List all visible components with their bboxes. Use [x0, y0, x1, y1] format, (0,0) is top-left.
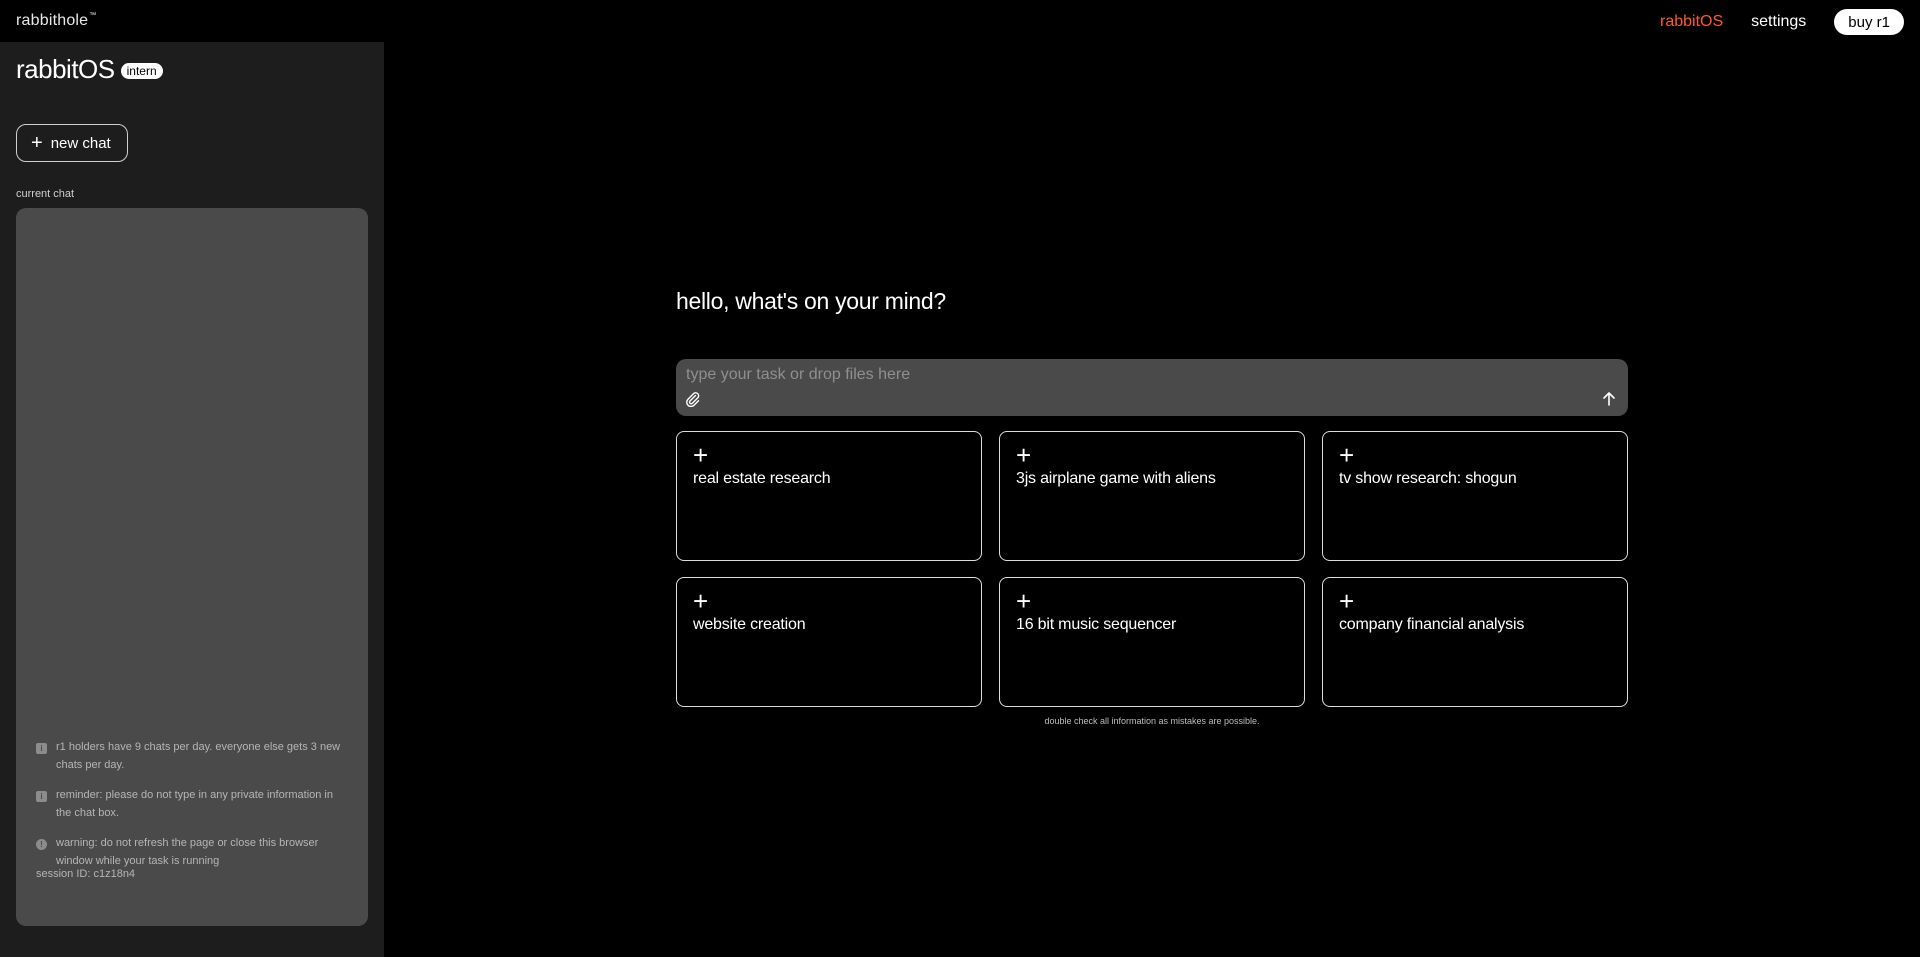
suggestion-card[interactable]: + 16 bit music sequencer	[999, 577, 1305, 707]
paperclip-icon[interactable]	[685, 391, 701, 407]
plan-badge: intern	[120, 62, 163, 79]
notice-text: reminder: please do not type in any priv…	[56, 789, 333, 819]
suggestion-label: 16 bit music sequencer	[1016, 616, 1177, 633]
task-input[interactable]	[686, 363, 1586, 387]
plus-icon: +	[693, 586, 709, 616]
buy-r1-button[interactable]: buy r1	[1834, 9, 1904, 35]
plus-icon: +	[693, 440, 709, 470]
task-input-box	[676, 359, 1628, 416]
plus-icon: +	[1339, 586, 1355, 616]
suggestion-label: 3js airplane game with aliens	[1016, 470, 1216, 487]
main-area: hello, what's on your mind? + real estat…	[384, 42, 1920, 957]
suggestion-card[interactable]: + real estate research	[676, 431, 982, 561]
notice-text: r1 holders have 9 chats per day. everyon…	[56, 741, 341, 771]
session-id: session ID: c1z18n4	[36, 868, 136, 880]
suggestion-label: company financial analysis	[1339, 616, 1525, 633]
info-icon: i	[36, 791, 47, 802]
current-chat-panel: i r1 holders have 9 chats per day. every…	[16, 208, 368, 926]
suggestion-card[interactable]: + website creation	[676, 577, 982, 707]
sidebar-brand: rabbitOS intern	[16, 54, 163, 85]
arrow-up-icon[interactable]	[1600, 390, 1618, 408]
notice-item: i r1 holders have 9 chats per day. every…	[36, 738, 348, 774]
suggestion-card[interactable]: + company financial analysis	[1322, 577, 1628, 707]
rabbithole-logo[interactable]: rabbithole™	[16, 12, 96, 30]
plus-icon: +	[1016, 586, 1032, 616]
new-chat-label: new chat	[50, 134, 111, 152]
notice-item: i reminder: please do not type in any pr…	[36, 786, 348, 822]
suggestion-label: real estate research	[693, 470, 831, 487]
suggestion-label: website creation	[693, 616, 806, 633]
info-icon: i	[36, 743, 47, 754]
notice-item: ! warning: do not refresh the page or cl…	[36, 834, 348, 870]
sidebar-title: rabbitOS	[16, 54, 115, 84]
plus-icon: +	[1016, 440, 1032, 470]
disclaimer-text: double check all information as mistakes…	[1044, 716, 1260, 726]
current-chat-label: current chat	[16, 188, 75, 200]
plus-icon: +	[31, 132, 43, 154]
nav-rabbitos[interactable]: rabbitOS	[1660, 13, 1723, 31]
suggestion-grid: + real estate research + 3js airplane ga…	[676, 431, 1628, 707]
top-bar: rabbithole™ rabbitOS settings buy r1	[0, 0, 1920, 42]
notices-list: i r1 holders have 9 chats per day. every…	[36, 738, 348, 882]
notice-text: warning: do not refresh the page or clos…	[56, 837, 319, 867]
plus-icon: +	[1339, 440, 1355, 470]
nav-settings[interactable]: settings	[1751, 13, 1806, 31]
warning-icon: !	[36, 839, 47, 850]
new-chat-button[interactable]: + new chat	[16, 124, 128, 162]
top-nav: rabbitOS settings buy r1	[1660, 9, 1904, 35]
suggestion-card[interactable]: + 3js airplane game with aliens	[999, 431, 1305, 561]
suggestion-label: tv show research: shogun	[1339, 470, 1517, 487]
greeting-heading: hello, what's on your mind?	[676, 288, 946, 314]
suggestion-card[interactable]: + tv show research: shogun	[1322, 431, 1628, 561]
sidebar: rabbitOS intern + new chat current chat …	[0, 42, 384, 957]
